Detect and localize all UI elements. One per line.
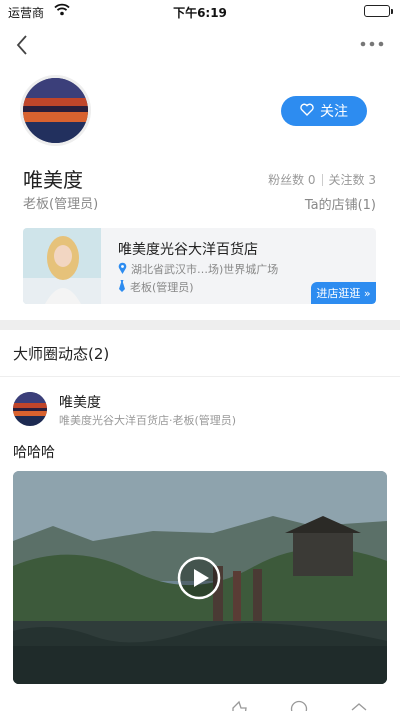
location-pin-icon xyxy=(118,262,127,277)
tie-icon xyxy=(118,279,126,295)
battery-icon xyxy=(364,5,393,17)
post-author-subtitle: 唯美度光谷大洋百货店·老板(管理员) xyxy=(59,414,237,427)
store-thumbnail xyxy=(23,228,101,304)
store-owner: 老板(管理员) xyxy=(118,279,194,295)
status-bar: 运营商 下午6:19 xyxy=(0,0,400,22)
stores-count[interactable]: Ta的店铺(1) xyxy=(305,194,376,213)
visit-store-button[interactable]: 进店逛逛 » xyxy=(311,282,376,304)
profile-stats: 粉丝数 0 关注数 3 xyxy=(268,171,376,188)
stats-divider xyxy=(321,173,323,186)
store-address-text: 湖北省武汉市…场)世界城广场 xyxy=(131,263,279,276)
store-title: 唯美度光谷大洋百货店 xyxy=(118,242,258,258)
more-icon[interactable] xyxy=(358,36,386,52)
like-icon[interactable] xyxy=(230,700,248,711)
profile-avatar[interactable] xyxy=(23,78,88,143)
follow-label: 关注 xyxy=(320,104,348,120)
profile-role: 老板(管理员) xyxy=(23,197,99,212)
store-owner-text: 老板(管理员) xyxy=(130,281,194,294)
feed-section-title: 大师圈动态(2) xyxy=(13,345,110,363)
follow-button[interactable]: 关注 xyxy=(281,96,367,126)
heart-icon xyxy=(300,103,314,120)
share-icon[interactable] xyxy=(350,700,368,711)
store-address: 湖北省武汉市…场)世界城广场 xyxy=(118,261,278,277)
post-text: 哈哈哈 xyxy=(13,445,55,461)
post-author-name[interactable]: 唯美度 xyxy=(59,392,101,412)
post-author-avatar[interactable] xyxy=(13,392,47,426)
status-time: 下午6:19 xyxy=(173,6,227,20)
play-icon[interactable] xyxy=(177,556,221,600)
divider xyxy=(0,376,400,377)
comment-icon[interactable] xyxy=(290,700,308,711)
back-icon[interactable] xyxy=(12,32,34,58)
nav-bar xyxy=(0,28,400,64)
following-count[interactable]: 关注数 3 xyxy=(329,171,376,188)
profile-name: 唯美度 xyxy=(23,168,83,192)
post-actions xyxy=(230,700,368,711)
store-card[interactable]: 唯美度光谷大洋百货店 湖北省武汉市…场)世界城广场 老板(管理员) 进店逛逛 » xyxy=(23,228,376,304)
fans-count[interactable]: 粉丝数 0 xyxy=(268,171,315,188)
section-gap xyxy=(0,320,400,330)
